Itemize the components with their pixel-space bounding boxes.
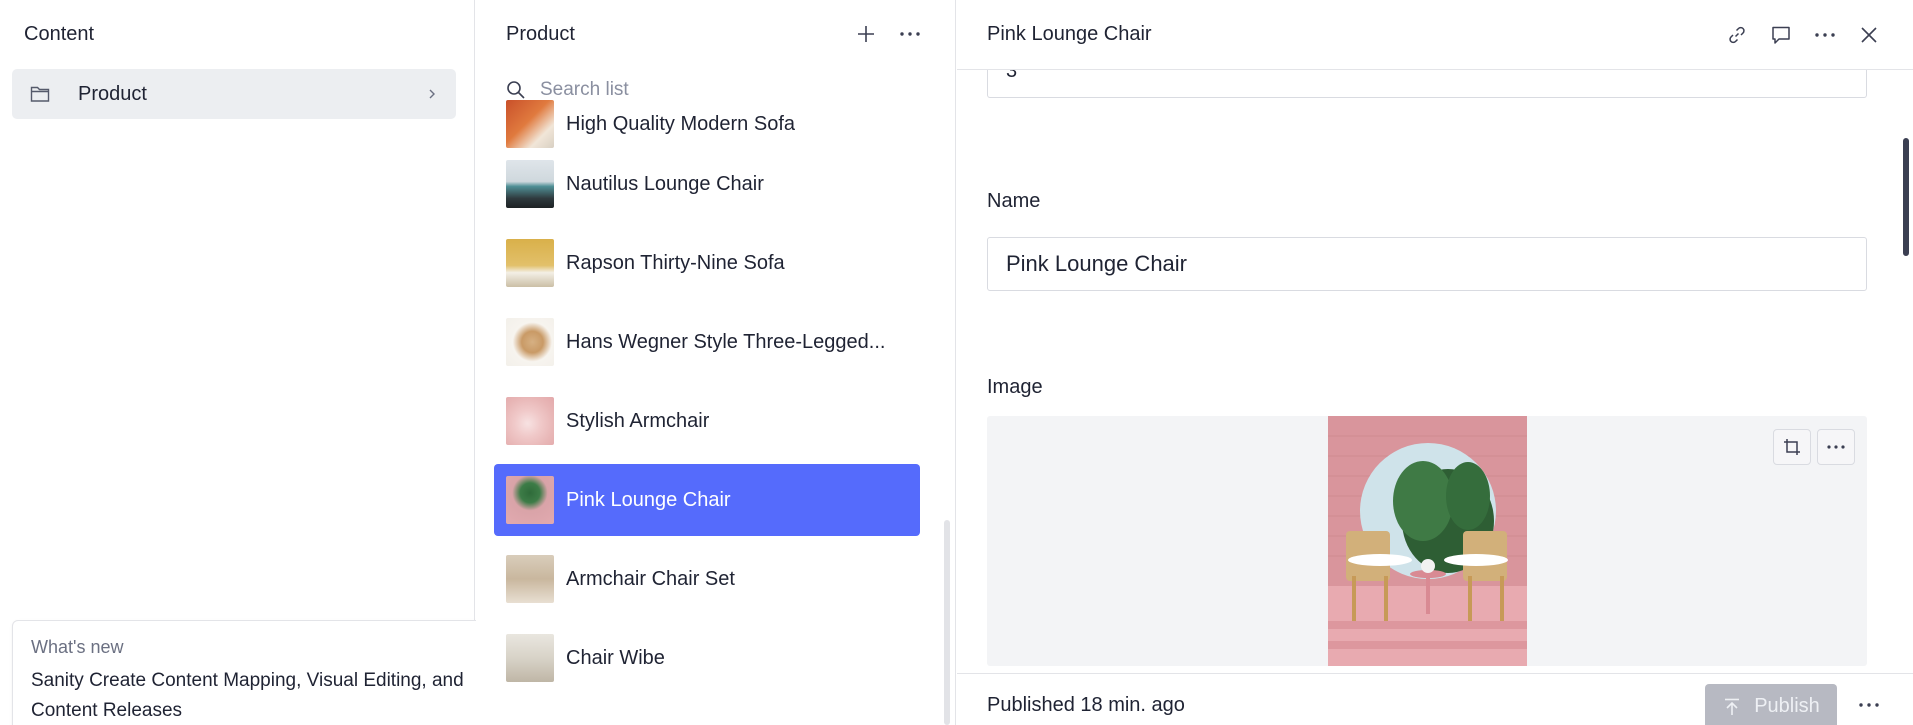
list-item-label: Rapson Thirty-Nine Sofa <box>566 251 785 274</box>
product-image <box>1328 416 1527 666</box>
nav-item-product[interactable]: Product <box>12 69 456 119</box>
list-item-label: Chair Wibe <box>566 646 665 669</box>
more-horizontal-icon <box>1827 445 1845 449</box>
studio-app: Content Product What's new Sanity Create… <box>0 0 1913 725</box>
copy-link-button[interactable] <box>1723 21 1751 49</box>
list-header: Product <box>476 0 955 68</box>
list-menu-button[interactable] <box>895 19 925 49</box>
list-item-selected[interactable]: Pink Lounge Chair <box>494 464 920 536</box>
close-icon <box>1861 26 1877 43</box>
list-scrollbar[interactable] <box>944 520 950 725</box>
publish-button-label: Publish <box>1754 695 1820 717</box>
link-icon <box>1729 26 1745 43</box>
chevron-right-icon <box>429 89 435 99</box>
crop-icon <box>1784 439 1800 455</box>
list-item-label: Hans Wegner Style Three-Legged... <box>566 330 886 353</box>
comment-icon <box>1772 26 1790 44</box>
whats-new-kicker: What's new <box>31 637 124 657</box>
document-header: Pink Lounge Chair <box>957 0 1913 70</box>
list-item[interactable]: Rapson Thirty-Nine Sofa <box>494 227 920 299</box>
product-thumbnail <box>506 555 554 603</box>
name-input[interactable] <box>987 237 1867 291</box>
document-scrollbar[interactable] <box>1903 138 1909 256</box>
more-horizontal-icon <box>1859 702 1879 707</box>
document-menu-button[interactable] <box>1811 21 1839 49</box>
list-title: Product <box>506 22 575 45</box>
footer-menu-button[interactable] <box>1855 691 1883 719</box>
product-thumbnail <box>506 634 554 682</box>
product-thumbnail <box>506 160 554 208</box>
publish-icon <box>1725 698 1740 715</box>
list-item[interactable]: Nautilus Lounge Chair <box>494 148 920 220</box>
add-document-button[interactable] <box>851 19 881 49</box>
nav-item-label: Product <box>78 82 147 105</box>
list-item-label: Armchair Chair Set <box>566 567 735 590</box>
list-item-label: Nautilus Lounge Chair <box>566 172 764 195</box>
product-thumbnail <box>506 476 554 524</box>
image-menu-button[interactable] <box>1817 429 1855 465</box>
product-thumbnail <box>506 318 554 366</box>
product-list-pane: Product High Quality Modern So <box>476 0 956 725</box>
list-item-label: High Quality Modern Sofa <box>566 112 796 135</box>
image-field-label: Image <box>987 376 1043 398</box>
plus-icon <box>858 26 874 42</box>
content-pane-title: Content <box>24 22 95 45</box>
whats-new-card[interactable]: What's new Sanity Create Content Mapping… <box>12 620 492 725</box>
close-pane-button[interactable] <box>1855 21 1883 49</box>
list-item[interactable]: Stylish Armchair <box>494 385 920 457</box>
product-thumbnail <box>506 397 554 445</box>
product-thumbnail <box>506 239 554 287</box>
whats-new-body: Sanity Create Content Mapping, Visual Ed… <box>31 670 464 721</box>
product-thumbnail <box>506 100 554 148</box>
list-item[interactable]: Hans Wegner Style Three-Legged... <box>494 306 920 378</box>
list-item[interactable]: Armchair Chair Set <box>494 543 920 615</box>
document-pane: 3 Pink Lounge Chair Name Pink Lounge Cha… <box>957 0 1913 725</box>
name-field-label: Name <box>987 190 1041 212</box>
publish-status: Published 18 min. ago <box>987 694 1185 716</box>
document-title: Pink Lounge Chair <box>987 23 1152 45</box>
list-item-label: Pink Lounge Chair <box>566 488 731 511</box>
comments-button[interactable] <box>1767 21 1795 49</box>
list-item-label: Stylish Armchair <box>566 409 710 432</box>
more-horizontal-icon <box>1815 32 1835 37</box>
image-field[interactable] <box>987 416 1867 666</box>
publish-button[interactable]: Publish <box>1705 683 1837 725</box>
more-horizontal-icon <box>900 32 920 36</box>
crop-button[interactable] <box>1773 429 1811 465</box>
list-item[interactable]: Chair Wibe <box>494 622 920 694</box>
folder-icon <box>30 86 50 102</box>
content-pane: Content Product What's new Sanity Create… <box>0 0 492 725</box>
document-footer: Published 18 min. ago Publish <box>957 673 1913 725</box>
